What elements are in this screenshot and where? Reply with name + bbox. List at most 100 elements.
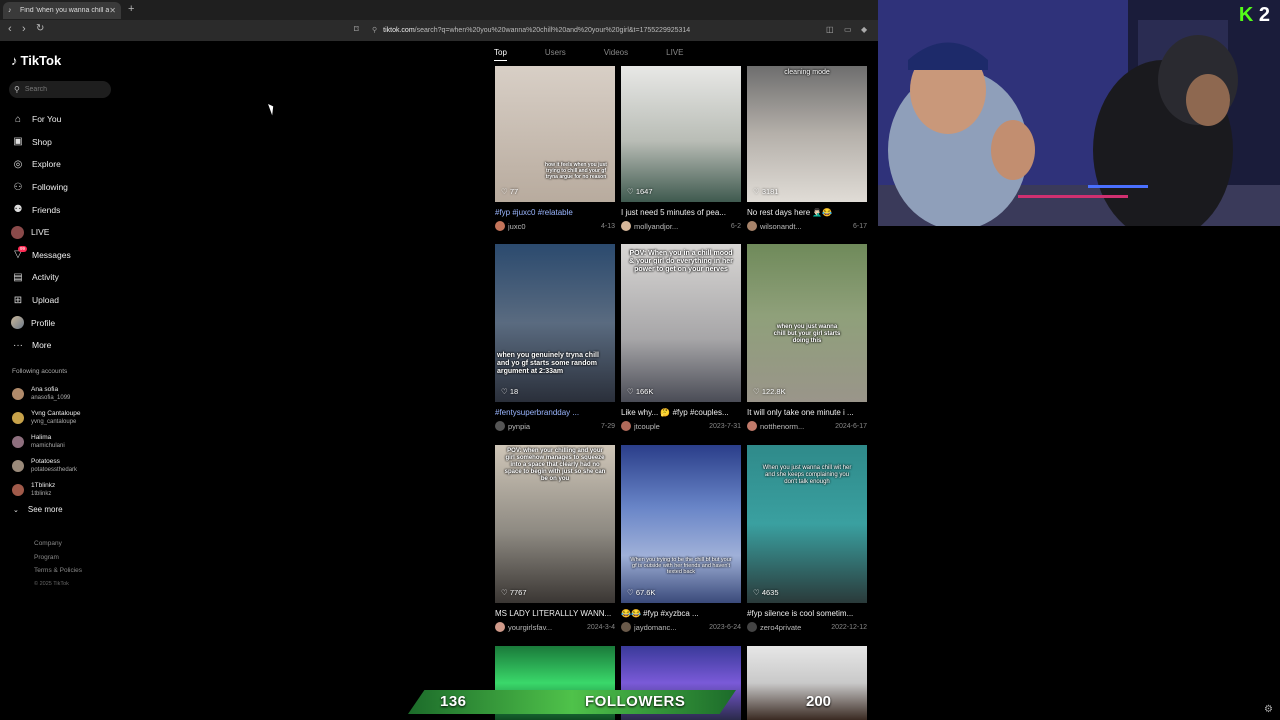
footer-link-terms[interactable]: Terms & Policies [34,564,82,578]
tab-top[interactable]: Top [494,48,507,61]
video-thumbnail[interactable]: ♡ 1647 [621,66,741,202]
video-card[interactable]: how it feels when you just trying to chi… [495,66,615,231]
video-thumbnail[interactable]: how it feels when you just trying to chi… [495,66,615,202]
home-icon: ⌂ [14,113,22,125]
url-domain: tiktok.com [383,27,415,34]
heart-icon: ♡ [501,387,510,396]
video-thumbnail[interactable]: When you trying to be the chill bf but y… [621,445,741,603]
tab-users[interactable]: Users [545,48,566,61]
following-account[interactable]: Potatoess potatoessthedark [12,454,122,478]
site-info-icon[interactable]: ⚲ [372,27,377,34]
see-more-button[interactable]: ⌄ See more [13,505,63,514]
video-description[interactable]: I just need 5 minutes of pea... [621,208,741,218]
extensions-icon[interactable]: ◆ [861,25,867,34]
avatar[interactable] [747,221,757,231]
video-description[interactable]: #fentysuperbrandday ... [495,408,615,418]
tab-videos[interactable]: Videos [604,48,628,61]
sidebar-item-live[interactable]: LIVE [11,221,121,244]
sidebar-item-messages[interactable]: ▽ 99 Messages [11,244,121,267]
video-author[interactable]: wilsonandt... [760,222,853,231]
like-count: ♡ 7767 [501,588,527,597]
video-card[interactable]: when you just wanna chill but your girl … [747,244,867,431]
video-meta: pynpia 7-29 [495,421,615,431]
avatar[interactable] [495,221,505,231]
close-tab-icon[interactable]: ✕ [109,6,116,15]
video-description[interactable]: 😂😂 #fyp #xyzbca ... [621,609,741,619]
footer-link-program[interactable]: Program [34,551,82,565]
video-card[interactable]: POV: when your chilling and your girl so… [495,445,615,632]
following-account[interactable]: Halima mamichulani [12,430,122,454]
video-thumbnail[interactable]: When you just wanna chill wit her and sh… [747,445,867,603]
video-card[interactable]: cleaning mode ♡ 3181 No rest days here 🤦… [747,66,867,231]
video-card[interactable]: POV: When you in a chill mood & your gir… [621,244,741,431]
video-description[interactable]: #fyp silence is cool sometim... [747,609,867,619]
sidebar-item-profile[interactable]: Profile [11,311,121,334]
tab-live[interactable]: LIVE [666,48,683,61]
video-author[interactable]: juxc0 [508,222,601,231]
tiktok-logo[interactable]: ♪ TikTok [11,53,61,68]
sidebar-item-upload[interactable]: ⊞ Upload [11,289,121,312]
avatar[interactable] [621,221,631,231]
sidebar-item-friends[interactable]: ⚉ Friends [11,198,121,221]
video-description[interactable]: No rest days here 🤦🏻‍♂️😂 [747,208,867,218]
video-author[interactable]: pynpia [508,422,601,431]
forward-icon[interactable]: › [22,23,26,35]
video-author[interactable]: zero4private [760,623,831,632]
sidebar-item-for-you[interactable]: ⌂ For You [11,108,121,131]
more-icon: ··· [13,339,23,351]
video-card[interactable]: when you genuinely tryna chill and yo gf… [495,244,615,431]
new-tab-icon[interactable]: + [128,3,134,15]
search-input[interactable] [24,86,105,93]
browser-tab[interactable]: ♪ Find 'when you wanna chill an... ✕ [3,2,121,19]
video-meta: notthenorm... 2024-6-17 [747,421,867,431]
following-account[interactable]: 1Tblinkz 1tblinkz [12,478,122,502]
video-card[interactable]: When you trying to be the chill bf but y… [621,445,741,632]
sidebar-item-shop[interactable]: ▣ Shop [11,131,121,154]
video-author[interactable]: jaydomanc... [634,623,709,632]
sidebar-item-activity[interactable]: ▤ Activity [11,266,121,289]
video-thumbnail[interactable]: POV: When you in a chill mood & your gir… [621,244,741,402]
video-card[interactable]: When you just wanna chill wit her and sh… [747,445,867,632]
avatar[interactable] [495,622,505,632]
video-author[interactable]: notthenorm... [760,422,835,431]
avatar[interactable] [747,622,757,632]
video-description[interactable]: MS LADY LITERALLLY WANN... [495,609,615,619]
video-author[interactable]: yourgirlsfav... [508,623,587,632]
url-field[interactable]: ⚲ tiktok.com/search?q=when%20you%20wanna%… [372,24,872,38]
video-thumbnail[interactable]: POV: when your chilling and your girl so… [495,445,615,603]
sidebar-item-label: For You [32,114,62,125]
video-description[interactable]: #fyp #juxc0 #relatable [495,208,615,218]
video-meta: jaydomanc... 2023-6-24 [621,622,741,632]
tab-search-icon[interactable]: ▭ [844,25,852,34]
video-author[interactable]: jtcouple [634,422,709,431]
footer-link-company[interactable]: Company [34,537,82,551]
video-description[interactable]: It will only take one minute i ... [747,408,867,418]
avatar[interactable] [495,421,505,431]
video-description[interactable]: Like why... 🤔 #fyp #couples... [621,408,741,418]
following-account[interactable]: Ana sofia anasofia_1099 [12,382,122,406]
video-thumbnail[interactable]: when you genuinely tryna chill and yo gf… [495,244,615,402]
avatar[interactable] [747,421,757,431]
avatar[interactable] [621,622,631,632]
video-author[interactable]: mollyandjor... [634,222,731,231]
video-meta: zero4private 2022-12-12 [747,622,867,632]
sidebar-item-following[interactable]: ⚇ Following [11,176,121,199]
reload-icon[interactable]: ↻ [36,23,44,34]
search-box[interactable]: ⚲ [9,81,111,98]
gear-icon[interactable]: ⚙ [1264,704,1273,715]
video-card[interactable]: ♡ 1647 I just need 5 minutes of pea... m… [621,66,741,231]
webcam-image [878,0,1280,226]
footer-links: Company Program Terms & Policies © 2025 … [34,537,82,591]
back-icon[interactable]: ‹ [8,23,12,35]
following-account[interactable]: Yvng Cantaloupe yvng_cantaloupe [12,406,122,430]
heart-icon: ♡ [627,187,636,196]
sidebar-item-more[interactable]: ··· More [11,334,121,357]
bookmark-icon[interactable]: ⌑ [354,24,359,35]
video-thumbnail[interactable]: cleaning mode ♡ 3181 [747,66,867,202]
like-count: ♡ 67.6K [627,588,655,597]
video-thumbnail[interactable]: when you just wanna chill but your girl … [747,244,867,402]
avatar[interactable] [621,421,631,431]
like-value: 122.8K [761,387,786,396]
sidebar-item-explore[interactable]: ◎ Explore [11,153,121,176]
cast-icon[interactable]: ◫ [826,25,834,34]
